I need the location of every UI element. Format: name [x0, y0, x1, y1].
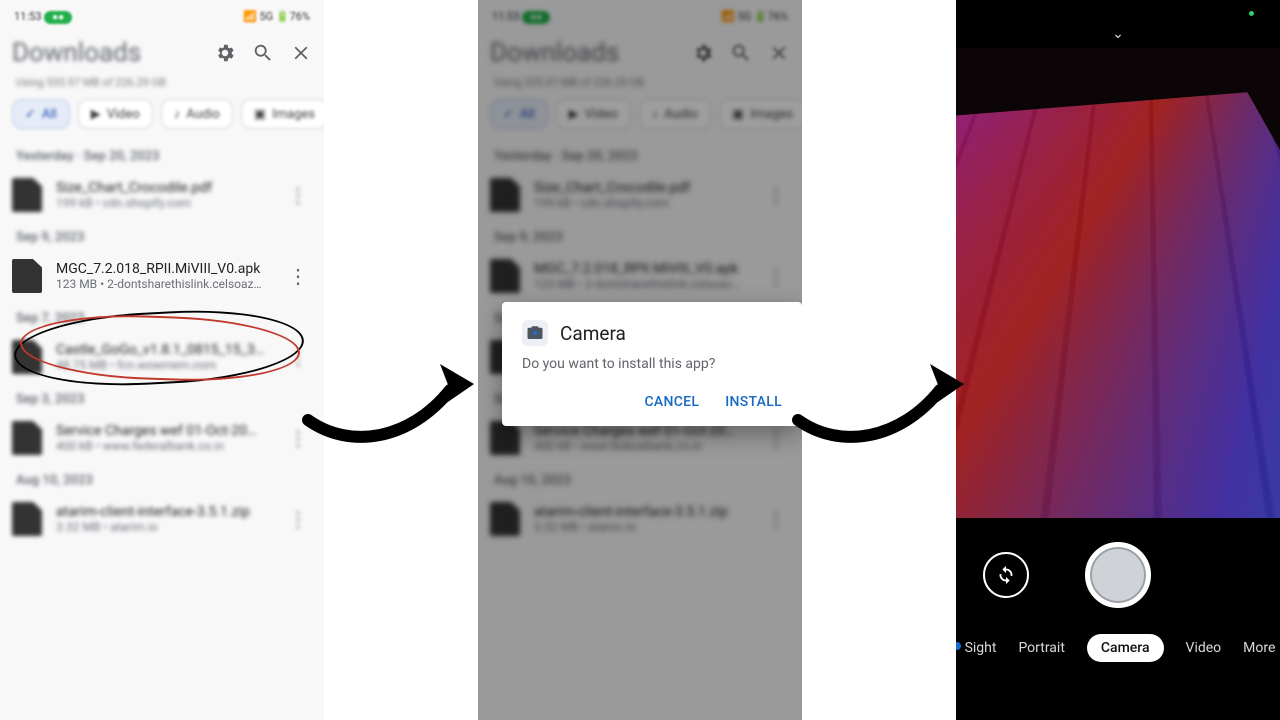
file-meta: 3.32 MB • atarim.io	[56, 520, 270, 534]
file-meta: 400 kB • www.federalbank.co.in	[56, 439, 270, 453]
more-icon[interactable]: ⋮	[284, 183, 312, 207]
cancel-button[interactable]: CANCEL	[644, 394, 699, 410]
section-date: Sep 7, 2023	[0, 301, 324, 332]
section-date: Aug 10, 2023	[0, 463, 324, 494]
file-icon	[12, 340, 42, 374]
dialog-title: Camera	[560, 322, 626, 345]
chip-all[interactable]: ✓ All	[12, 99, 70, 129]
status-bar: 11:53 ●● 📶 5G 🔋76%	[0, 0, 324, 32]
file-name: atarim-client-interface-3.5.1.zip	[56, 504, 270, 520]
chevron-down-icon[interactable]: ⌄	[956, 26, 1280, 48]
screenshot-install-dialog: 11:53 ●●📶 5G 🔋76% Downloads Using 535.97…	[478, 0, 802, 720]
filter-chips: ✓ All ▶ Video ♪ Audio ▣ Images	[0, 99, 324, 139]
screenshot-camera-app: ⌄ Sight Portrait Camera Video More	[956, 0, 1280, 720]
file-row[interactable]: Castle_GoGo_v1.8.1_0815_15_39.apk 48.75 …	[0, 332, 324, 382]
chip-audio[interactable]: ♪ Audio	[161, 99, 233, 129]
page-title: Downloads	[12, 38, 198, 68]
file-name: Castle_GoGo_v1.8.1_0815_15_39.apk	[56, 342, 270, 358]
file-icon	[12, 259, 42, 293]
file-row[interactable]: atarim-client-interface-3.5.1.zip 3.32 M…	[0, 494, 324, 544]
dialog-message: Do you want to install this app?	[522, 356, 782, 372]
file-meta: 48.75 MB • fcn.wowmem.com	[56, 358, 270, 372]
mode-portrait[interactable]: Portrait	[1018, 640, 1064, 656]
status-bar	[956, 0, 1280, 26]
camera-modes: Sight Portrait Camera Video More	[956, 634, 1280, 662]
file-row[interactable]: Service Charges wef 01-Oct-20… 400 kB • …	[0, 413, 324, 463]
file-meta: 123 MB • 2-dontsharethislink.celsoaz…	[56, 277, 270, 291]
mode-night-sight[interactable]: Sight	[965, 640, 997, 656]
mode-video[interactable]: Video	[1186, 640, 1222, 656]
camera-app-icon	[522, 320, 548, 346]
file-icon	[12, 421, 42, 455]
file-name: MGC_7.2.018_RPII.MiVIII_V0.apk	[56, 261, 270, 277]
file-meta: 199 kB • cdn.shopify.com	[56, 196, 270, 210]
mode-camera-active[interactable]: Camera	[1087, 634, 1164, 662]
recording-indicator-icon	[1249, 11, 1254, 16]
install-button[interactable]: INSTALL	[725, 394, 782, 410]
more-icon[interactable]: ⋮	[284, 264, 312, 288]
search-icon[interactable]	[252, 42, 274, 64]
shutter-button[interactable]	[1085, 542, 1151, 608]
chip-video[interactable]: ▶ Video	[78, 99, 153, 129]
file-name: Service Charges wef 01-Oct-20…	[56, 423, 270, 439]
mode-more[interactable]: More	[1243, 640, 1275, 656]
storage-usage: Using 535.97 MB of 226.29 GB	[0, 74, 324, 99]
section-date: Yesterday · Sep 20, 2023	[0, 139, 324, 170]
close-icon[interactable]	[290, 42, 312, 64]
file-icon	[12, 178, 42, 212]
arrow-annotation	[300, 340, 480, 460]
viewfinder-content	[956, 92, 1280, 518]
gear-icon[interactable]	[214, 42, 236, 64]
camera-viewfinder[interactable]	[956, 48, 1280, 518]
section-date: Sep 9, 2023	[0, 220, 324, 251]
install-dialog: Camera Do you want to install this app? …	[502, 302, 802, 426]
file-row-highlighted[interactable]: MGC_7.2.018_RPII.MiVIII_V0.apk 123 MB • …	[0, 251, 324, 301]
more-icon[interactable]: ⋮	[284, 507, 312, 531]
file-name: Size_Chart_Crocodile.pdf	[56, 180, 270, 196]
switch-camera-button[interactable]	[983, 552, 1029, 598]
screenshot-downloads: 11:53 ●● 📶 5G 🔋76% Downloads Using 535.9…	[0, 0, 324, 720]
section-date: Sep 3, 2023	[0, 382, 324, 413]
arrow-annotation	[790, 340, 970, 460]
file-icon	[12, 502, 42, 536]
chip-images[interactable]: ▣ Images	[241, 99, 324, 129]
file-row[interactable]: Size_Chart_Crocodile.pdf 199 kB • cdn.sh…	[0, 170, 324, 220]
